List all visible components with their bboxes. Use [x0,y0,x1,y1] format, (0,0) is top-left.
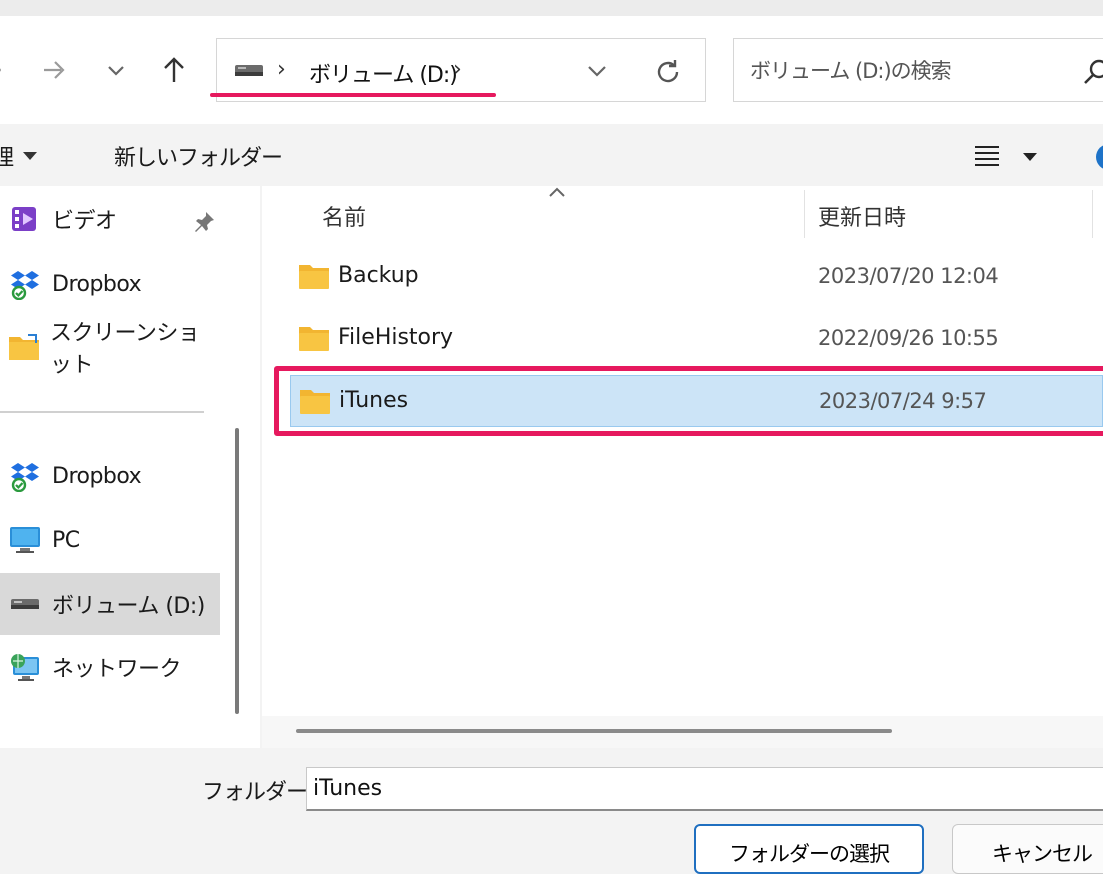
column-header-name[interactable]: 名前 [322,200,366,232]
dropbox-icon [8,459,42,493]
sidebar-item-label: Dropbox [52,271,142,297]
drive-icon [235,65,263,76]
screenshot-folder-icon [8,330,40,364]
caret-down-icon[interactable] [1018,144,1042,168]
file-name: FileHistory [338,325,454,350]
table-row[interactable]: FileHistory 2022/09/26 10:55 [290,313,1103,365]
organize-label: 理 [0,146,15,171]
pc-icon [8,523,42,557]
file-modified: 2022/09/26 10:55 [818,326,999,350]
sidebar-item-dropbox[interactable]: Dropbox [0,253,220,315]
search-icon[interactable] [1082,57,1103,87]
video-folder-icon [8,202,42,236]
select-folder-button[interactable]: フォルダーの選択 [694,824,924,874]
arrow-up-icon [164,57,184,82]
help-icon[interactable] [1094,142,1103,172]
sidebar-divider [0,411,204,413]
drive-icon [8,587,42,621]
column-divider[interactable] [1092,190,1093,238]
sidebar-item-label: スクリーンショット [50,321,200,378]
annotation-highlight-box [274,366,1103,436]
folder-field-label: フォルダー: [202,780,314,805]
sidebar-item-volume-d[interactable]: ボリューム (D:) [0,573,220,635]
breadcrumb-separator: › [277,57,286,82]
title-strip [0,0,1103,16]
breadcrumb-separator[interactable]: › [453,57,462,82]
sidebar-item-network[interactable]: ネットワーク [0,636,220,698]
annotation-underline [210,93,496,97]
sidebar-item-label: ビデオ [52,209,117,234]
back-button[interactable] [0,50,12,90]
sidebar-item-label: ネットワーク [52,657,182,682]
column-header-modified[interactable]: 更新日時 [818,200,906,232]
file-name: Backup [338,263,419,288]
sidebar-item-videos[interactable]: ビデオ [0,188,220,250]
arrow-right-icon [44,61,65,79]
search-input[interactable] [748,55,1072,87]
forward-button[interactable] [34,50,74,90]
recent-locations-button[interactable] [96,50,136,90]
sidebar-scrollbar[interactable] [235,428,239,714]
folder-icon [299,327,329,351]
up-button[interactable] [154,50,194,90]
refresh-icon[interactable] [651,55,685,89]
folder-icon [299,265,329,289]
breadcrumb-drive[interactable]: ボリューム (D:) [309,57,458,89]
pin-icon[interactable] [192,210,216,234]
chevron-down-icon[interactable] [581,55,613,87]
file-modified: 2023/07/20 12:04 [818,264,999,288]
column-divider[interactable] [804,190,805,238]
sidebar-item-label: ボリューム (D:) [52,594,205,619]
folder-field[interactable] [306,767,1103,811]
sidebar-item-label: Dropbox [52,463,142,489]
organize-menu[interactable]: 理 [0,140,38,172]
sort-ascending-icon [549,187,565,197]
table-row[interactable]: Backup 2023/07/20 12:04 [290,251,1103,303]
list-view-icon[interactable] [972,142,1002,170]
new-folder-button[interactable]: 新しいフォルダー [114,140,283,172]
horizontal-scrollbar[interactable] [296,729,892,733]
cancel-button[interactable]: キャンセル [952,824,1103,874]
sidebar-item-pc[interactable]: PC [0,509,220,571]
sidebar-item-screenshots[interactable]: スクリーンショット [0,316,220,378]
command-bar: 理 新しいフォルダー [0,124,1103,186]
caret-down-icon [23,152,38,160]
network-icon [8,650,42,684]
sidebar-item-label: PC [52,527,80,553]
chevron-down-icon [108,66,124,76]
arrow-left-icon [0,68,1,72]
search-box[interactable] [733,38,1103,102]
dropbox-icon [8,267,42,301]
sidebar-item-dropbox[interactable]: Dropbox [0,445,220,507]
